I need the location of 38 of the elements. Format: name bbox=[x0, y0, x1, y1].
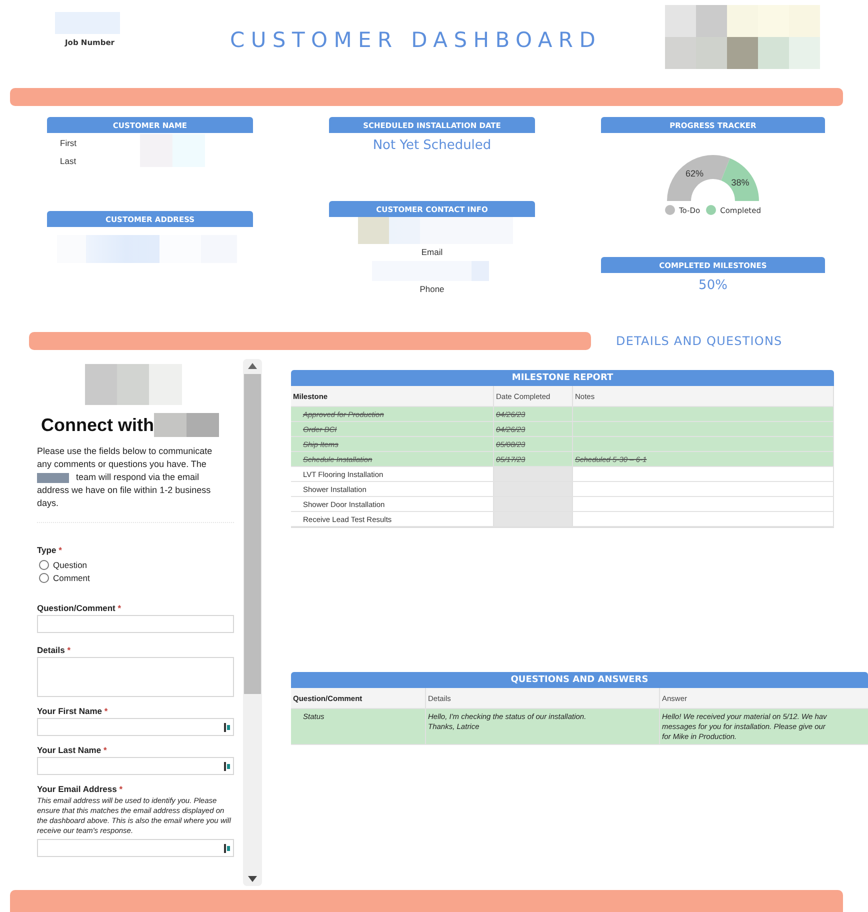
data-label: 62% bbox=[685, 168, 704, 179]
intro-text: team will respond via the email bbox=[76, 471, 200, 484]
table-title: QUESTIONS AND ANSWERS bbox=[291, 672, 868, 688]
section-title: DETAILS AND QUESTIONS bbox=[616, 334, 782, 348]
field-label: Email bbox=[421, 247, 443, 257]
field-label: First bbox=[60, 138, 78, 148]
field-label: Last bbox=[60, 156, 78, 166]
field-label: Phone bbox=[420, 284, 444, 294]
table-title: MILESTONE REPORT bbox=[291, 370, 834, 386]
scrollbar[interactable] bbox=[243, 359, 262, 886]
autofill-icon bbox=[224, 723, 230, 732]
field-label: Type * bbox=[37, 545, 63, 555]
redacted-block bbox=[154, 413, 219, 437]
installation-date: Not Yet Scheduled bbox=[372, 138, 492, 153]
intro-text: address we have on file within 1-2 business days. bbox=[37, 484, 212, 510]
autofill-icon bbox=[224, 844, 230, 853]
scrollbar-thumb[interactable] bbox=[244, 374, 261, 694]
scroll-down-icon[interactable] bbox=[248, 876, 257, 882]
form-heading: Connect with bbox=[41, 414, 154, 436]
field-label: Your Last Name * bbox=[37, 745, 108, 755]
field-label: Your Email Address * bbox=[37, 784, 124, 794]
completed-percent: 50% bbox=[698, 278, 728, 293]
input-field[interactable] bbox=[37, 839, 234, 857]
autofill-icon bbox=[224, 762, 230, 771]
input-field[interactable] bbox=[37, 615, 234, 633]
radio-option[interactable]: Question bbox=[39, 560, 234, 570]
radio-option[interactable]: Comment bbox=[39, 573, 234, 583]
input-field[interactable] bbox=[37, 718, 234, 736]
scroll-up-icon[interactable] bbox=[248, 363, 257, 369]
redacted-block bbox=[140, 134, 205, 167]
redacted-block bbox=[37, 472, 69, 482]
text-area[interactable] bbox=[37, 657, 234, 697]
field-label: Details * bbox=[37, 645, 72, 655]
field-label: Your First Name * bbox=[37, 706, 109, 716]
input-field[interactable] bbox=[37, 757, 234, 775]
field-label: Question/Comment * bbox=[37, 603, 122, 613]
page-title: CUSTOMER DASHBOARD bbox=[230, 28, 603, 52]
data-label: 38% bbox=[731, 177, 750, 188]
